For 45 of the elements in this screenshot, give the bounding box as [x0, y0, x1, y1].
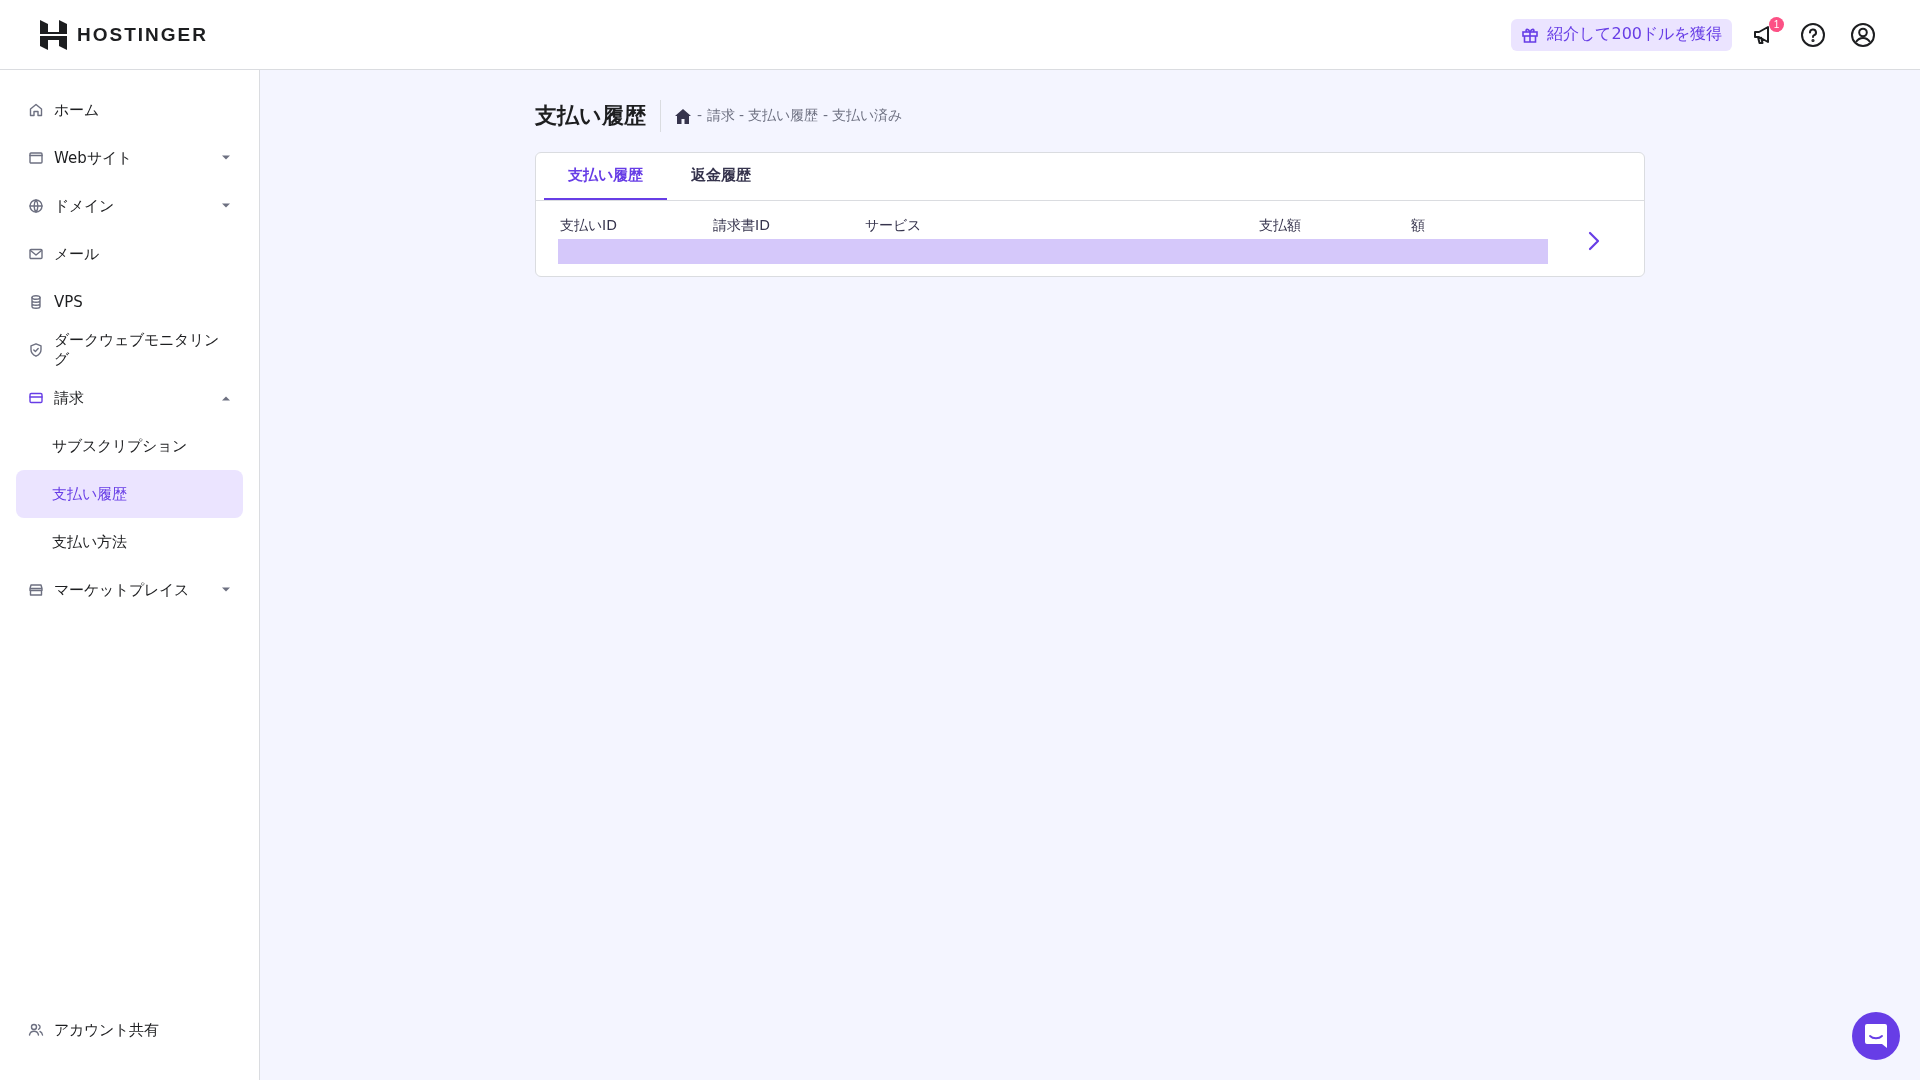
sidebar-item[interactable]: Webサイト — [16, 134, 243, 182]
logo-wordmark: HOSTINGER — [77, 23, 208, 46]
next-button[interactable] — [1588, 230, 1600, 251]
storefront-icon — [28, 582, 44, 598]
shield-check-icon — [28, 342, 44, 358]
caret-icon — [221, 155, 231, 161]
home-icon[interactable] — [675, 108, 691, 124]
database-icon — [28, 294, 44, 310]
browser-window-icon — [28, 150, 44, 166]
home-icon — [28, 102, 44, 118]
sidebar-item[interactable]: メール — [16, 230, 243, 278]
notification-badge: 1 — [1769, 16, 1784, 32]
globe-icon — [28, 198, 44, 214]
referral-button[interactable]: 紹介して200ドルを獲得 — [1511, 18, 1732, 51]
caret-icon — [221, 203, 231, 209]
breadcrumb: - 請求 - 支払い履歴 - 支払い済み — [697, 107, 903, 125]
sidebar-item[interactable]: 請求 — [16, 374, 243, 422]
column-header: 請求書ID — [713, 217, 771, 235]
credit-card-icon — [28, 390, 44, 406]
column-header: サービス — [865, 217, 922, 235]
sidebar-item[interactable]: ドメイン — [16, 182, 243, 230]
logo-icon — [40, 19, 67, 50]
tab[interactable]: 返金履歴 — [667, 153, 775, 200]
chevron-right-icon — [1588, 230, 1600, 251]
sidebar-subitem[interactable]: サブスクリプション — [16, 422, 243, 470]
help-icon — [1800, 21, 1826, 48]
sidebar-subitem[interactable]: 支払い履歴 — [16, 470, 243, 518]
column-header: 支払額 — [1259, 217, 1302, 235]
sidebar-item[interactable]: VPS — [16, 278, 243, 326]
caret-icon — [221, 395, 231, 401]
chat-button[interactable] — [1852, 1012, 1900, 1060]
sidebar-item[interactable]: マーケットプレイス — [16, 566, 243, 614]
user-icon — [1850, 21, 1876, 48]
sidebar-item[interactable]: アカウント共有 — [16, 1006, 243, 1054]
users-icon — [28, 1022, 44, 1038]
sidebar-subitem[interactable]: 支払い方法 — [16, 518, 243, 566]
column-header: 額 — [1411, 217, 1426, 235]
chat-icon — [1864, 1023, 1888, 1049]
caret-icon — [221, 587, 231, 593]
tab[interactable]: 支払い履歴 — [544, 153, 667, 200]
column-header: 支払いID — [560, 217, 618, 235]
sidebar-item[interactable]: ホーム — [16, 86, 243, 134]
mail-icon — [28, 246, 44, 262]
page-title: 支払い履歴 — [535, 102, 646, 130]
sidebar-item[interactable]: ダークウェブモニタリング — [16, 326, 243, 374]
